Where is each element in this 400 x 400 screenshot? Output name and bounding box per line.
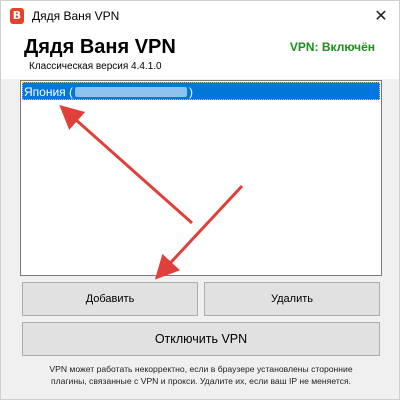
- footer-note: VPN может работать некорректно, если в б…: [23, 363, 379, 387]
- redacted-address: [75, 87, 187, 97]
- server-name-suffix: ): [189, 85, 193, 99]
- close-icon[interactable]: ✕: [369, 4, 393, 28]
- footer-line-2: плагины, связанные с VPN и прокси. Удали…: [50, 376, 352, 386]
- app-window: В Дядя Ваня VPN ✕ Дядя Ваня VPN Классиче…: [0, 0, 400, 400]
- server-list[interactable]: Япония (): [20, 80, 382, 276]
- app-title: Дядя Ваня VPN: [24, 36, 176, 58]
- header: Дядя Ваня VPN Классическая версия 4.4.1.…: [1, 31, 399, 79]
- vpn-status-label: VPN: Включён: [289, 40, 375, 54]
- footer-line-1: VPN может работать некорректно, если в б…: [49, 364, 353, 374]
- delete-button[interactable]: Удалить: [204, 282, 380, 316]
- add-button[interactable]: Добавить: [22, 282, 198, 316]
- app-icon: В: [10, 8, 24, 24]
- title-bar[interactable]: В Дядя Ваня VPN ✕: [1, 1, 399, 31]
- server-name-prefix: Япония (: [24, 85, 73, 99]
- version-label: Классическая версия 4.4.1.0: [29, 61, 162, 72]
- disconnect-vpn-button[interactable]: Отключить VPN: [22, 322, 380, 356]
- list-item[interactable]: Япония (): [22, 82, 380, 100]
- window-title: Дядя Ваня VPN: [32, 9, 120, 23]
